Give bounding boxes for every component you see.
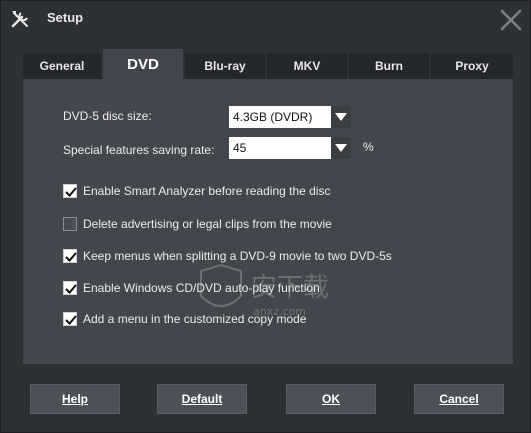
tab-blu-ray[interactable]: Blu-ray — [185, 53, 265, 79]
disc-size-value: 4.3GB (DVDR) — [233, 110, 313, 124]
option-label: Delete advertising or legal clips from t… — [83, 217, 332, 231]
default-button[interactable]: Default — [157, 384, 247, 414]
tab-burn[interactable]: Burn — [349, 53, 429, 79]
checkmark-icon — [65, 252, 77, 262]
help-button[interactable]: Help — [30, 384, 120, 414]
checkbox[interactable] — [63, 281, 77, 295]
checkbox[interactable] — [63, 184, 77, 198]
tab-dvd[interactable]: DVD — [103, 49, 183, 79]
checkmark-icon — [65, 187, 77, 197]
option-label: Keep menus when splitting a DVD-9 movie … — [83, 249, 392, 263]
tab-proxy[interactable]: Proxy — [431, 53, 513, 79]
checkmark-icon — [65, 284, 77, 294]
tab-bar: General DVD Blu-ray MKV Burn Proxy — [23, 49, 513, 79]
option-label: Enable Smart Analyzer before reading the… — [83, 184, 331, 198]
triangle-down-icon — [335, 113, 347, 121]
triangle-down-icon — [335, 144, 347, 152]
disc-size-dropdown-button[interactable] — [331, 106, 351, 128]
window-title: Setup — [47, 10, 84, 25]
tools-icon — [11, 11, 28, 28]
percent-unit: % — [363, 140, 374, 154]
saving-rate-select[interactable]: 45 — [229, 137, 351, 159]
cancel-button[interactable]: Cancel — [414, 384, 504, 414]
ok-button[interactable]: OK — [286, 384, 376, 414]
disc-size-label: DVD-5 disc size: — [63, 109, 152, 123]
close-icon[interactable] — [499, 8, 523, 32]
checkbox[interactable] — [63, 217, 77, 231]
tab-general[interactable]: General — [23, 53, 101, 79]
dvd-settings-panel: DVD-5 disc size: 4.3GB (DVDR) Special fe… — [23, 79, 513, 364]
checkbox[interactable] — [63, 312, 77, 326]
saving-rate-dropdown-button[interactable] — [331, 137, 351, 159]
title-bar: Setup — [1, 1, 531, 37]
checkmark-icon — [65, 315, 77, 325]
disc-size-select[interactable]: 4.3GB (DVDR) — [229, 106, 351, 128]
setup-window: Setup General DVD Blu-ray MKV Burn Proxy… — [0, 0, 531, 433]
saving-rate-label: Special features saving rate: — [63, 143, 215, 157]
option-label: Enable Windows CD/DVD auto-play function — [83, 281, 320, 295]
checkbox[interactable] — [63, 249, 77, 263]
option-label: Add a menu in the customized copy mode — [83, 312, 307, 326]
saving-rate-value: 45 — [233, 141, 247, 155]
tab-mkv[interactable]: MKV — [267, 53, 347, 79]
